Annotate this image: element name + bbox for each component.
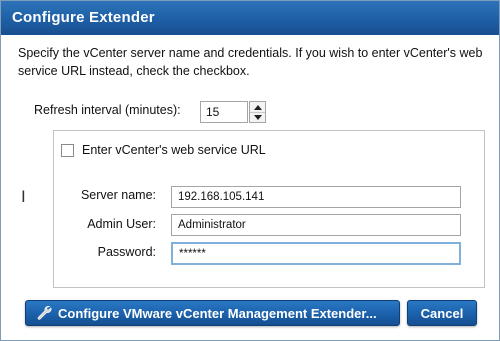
configure-extender-dialog: Configure Extender Specify the vCenter s… <box>0 0 500 341</box>
admin-user-label: Admin User: <box>87 217 156 231</box>
spinner-down-button[interactable] <box>250 112 265 122</box>
dialog-description: Specify the vCenter server name and cred… <box>18 46 483 78</box>
triangle-down-icon <box>253 114 262 120</box>
wrench-icon <box>37 305 52 320</box>
server-name-input[interactable] <box>171 186 461 208</box>
dialog-title: Configure Extender <box>1 1 499 35</box>
server-name-label: Server name: <box>80 188 156 202</box>
triangle-up-icon <box>253 104 262 110</box>
refresh-interval-spinner <box>200 101 268 123</box>
ibeam-cursor-icon: I <box>21 187 26 206</box>
cancel-button[interactable]: Cancel <box>407 300 477 326</box>
refresh-interval-label: Refresh interval (minutes): <box>34 103 181 117</box>
url-checkbox-row[interactable]: Enter vCenter's web service URL <box>61 143 266 157</box>
cancel-button-label: Cancel <box>420 305 464 321</box>
url-checkbox-label[interactable]: Enter vCenter's web service URL <box>82 143 266 157</box>
url-checkbox[interactable] <box>61 143 74 157</box>
configure-extender-button[interactable]: Configure VMware vCenter Management Exte… <box>25 300 400 326</box>
admin-user-input[interactable] <box>171 214 461 236</box>
password-input[interactable] <box>171 242 461 265</box>
password-label: Password: <box>97 245 156 259</box>
refresh-interval-input[interactable] <box>200 101 248 123</box>
configure-extender-button-label: Configure VMware vCenter Management Exte… <box>58 305 377 321</box>
spinner-buttons <box>249 101 266 123</box>
